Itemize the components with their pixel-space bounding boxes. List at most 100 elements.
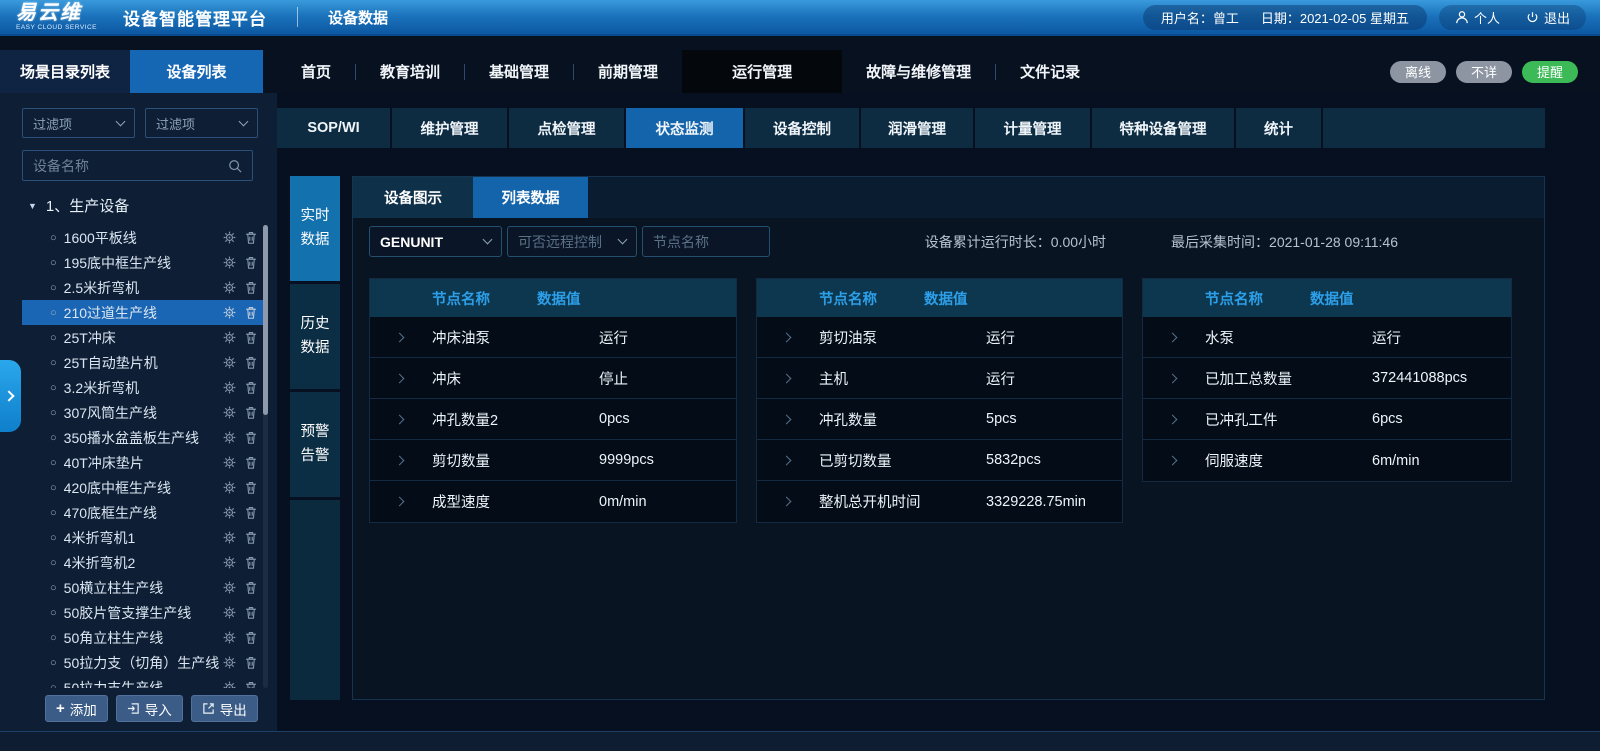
- gear-icon[interactable]: [223, 631, 236, 644]
- trash-icon[interactable]: [245, 506, 257, 519]
- expand-chevron-icon[interactable]: [757, 457, 819, 464]
- list-item[interactable]: ○420底中框生产线: [22, 475, 263, 500]
- node-name-input[interactable]: [642, 226, 770, 257]
- import-button[interactable]: 导入: [116, 695, 183, 722]
- device-search-input[interactable]: [33, 158, 228, 174]
- unit-select[interactable]: GENUNIT: [369, 226, 502, 257]
- search-icon[interactable]: [228, 159, 242, 173]
- list-item[interactable]: ○1600平板线: [22, 225, 263, 250]
- list-item[interactable]: ○4米折弯机2: [22, 550, 263, 575]
- list-item[interactable]: ○50胶片管支撑生产线: [22, 600, 263, 625]
- nav-fault-maintenance[interactable]: 故障与维修管理: [842, 50, 995, 93]
- logout-button[interactable]: 退出: [1526, 8, 1570, 27]
- gear-icon[interactable]: [223, 656, 236, 669]
- gear-icon[interactable]: [223, 581, 236, 594]
- expand-chevron-icon[interactable]: [757, 334, 819, 341]
- table-row[interactable]: 冲孔数量20pcs: [370, 399, 736, 440]
- list-item[interactable]: ○40T冲床垫片: [22, 450, 263, 475]
- subnav-device-control[interactable]: 设备控制: [745, 108, 859, 148]
- side-tab-history-data[interactable]: 历史数据: [290, 284, 340, 389]
- nav-home[interactable]: 首页: [277, 50, 355, 93]
- sidebar-collapse-tab[interactable]: [0, 360, 21, 432]
- badge-unknown[interactable]: 不详: [1456, 61, 1512, 83]
- list-item[interactable]: ○25T冲床: [22, 325, 263, 350]
- subnav-maintenance-mgmt[interactable]: 维护管理: [392, 108, 507, 148]
- trash-icon[interactable]: [245, 356, 257, 369]
- expand-chevron-icon[interactable]: [1143, 375, 1205, 382]
- sidebar-scrollbar[interactable]: [263, 225, 268, 688]
- trash-icon[interactable]: [245, 581, 257, 594]
- table-row[interactable]: 整机总开机时间3329228.75min: [757, 481, 1122, 522]
- list-item[interactable]: ○350播水盆盖板生产线: [22, 425, 263, 450]
- gear-icon[interactable]: [223, 456, 236, 469]
- nav-file-records[interactable]: 文件记录: [996, 50, 1104, 93]
- list-item[interactable]: ○4米折弯机1: [22, 525, 263, 550]
- gear-icon[interactable]: [223, 556, 236, 569]
- trash-icon[interactable]: [245, 531, 257, 544]
- trash-icon[interactable]: [245, 481, 257, 494]
- gear-icon[interactable]: [223, 681, 236, 688]
- table-row[interactable]: 主机运行: [757, 358, 1122, 399]
- list-item[interactable]: ○50横立柱生产线: [22, 575, 263, 600]
- badge-offline[interactable]: 离线: [1390, 61, 1446, 83]
- expand-chevron-icon[interactable]: [757, 416, 819, 423]
- trash-icon[interactable]: [245, 331, 257, 344]
- list-item[interactable]: ○470底框生产线: [22, 500, 263, 525]
- subnav-spot-check-mgmt[interactable]: 点检管理: [509, 108, 624, 148]
- tree-root-production-equipment[interactable]: ▼ 1、生产设备: [28, 195, 129, 216]
- trash-icon[interactable]: [245, 281, 257, 294]
- expand-chevron-icon[interactable]: [1143, 416, 1205, 423]
- trash-icon[interactable]: [245, 381, 257, 394]
- table-row[interactable]: 已加工总数量372441088pcs: [1143, 358, 1511, 399]
- trash-icon[interactable]: [245, 556, 257, 569]
- table-row[interactable]: 已冲孔工件6pcs: [1143, 399, 1511, 440]
- subnav-lubrication-mgmt[interactable]: 润滑管理: [861, 108, 973, 148]
- table-row[interactable]: 水泵运行: [1143, 317, 1511, 358]
- expand-chevron-icon[interactable]: [370, 416, 432, 423]
- filter-select-1[interactable]: 过滤项: [22, 108, 135, 138]
- trash-icon[interactable]: [245, 656, 257, 669]
- subnav-statistics[interactable]: 统计: [1236, 108, 1321, 148]
- profile-button[interactable]: 个人: [1455, 8, 1500, 27]
- gear-icon[interactable]: [223, 231, 236, 244]
- nav-education[interactable]: 教育培训: [356, 50, 464, 93]
- list-item[interactable]: ○3.2米折弯机: [22, 375, 263, 400]
- nav-preliminary-mgmt[interactable]: 前期管理: [574, 50, 682, 93]
- gear-icon[interactable]: [223, 606, 236, 619]
- subnav-metering-mgmt[interactable]: 计量管理: [975, 108, 1090, 148]
- table-row[interactable]: 冲床油泵运行: [370, 317, 736, 358]
- gear-icon[interactable]: [223, 331, 236, 344]
- gear-icon[interactable]: [223, 306, 236, 319]
- trash-icon[interactable]: [245, 681, 257, 688]
- expand-chevron-icon[interactable]: [757, 375, 819, 382]
- remote-control-select[interactable]: 可否远程控制: [507, 226, 637, 257]
- trash-icon[interactable]: [245, 306, 257, 319]
- trash-icon[interactable]: [245, 256, 257, 269]
- badge-reminder[interactable]: 提醒: [1522, 61, 1578, 83]
- expand-chevron-icon[interactable]: [370, 375, 432, 382]
- table-row[interactable]: 伺服速度6m/min: [1143, 440, 1511, 481]
- list-item[interactable]: ○50拉力支（切角）生产线: [22, 650, 263, 675]
- list-item[interactable]: ○50角立柱生产线: [22, 625, 263, 650]
- expand-chevron-icon[interactable]: [370, 498, 432, 505]
- nav-basic-mgmt[interactable]: 基础管理: [465, 50, 573, 93]
- expand-chevron-icon[interactable]: [1143, 334, 1205, 341]
- gear-icon[interactable]: [223, 381, 236, 394]
- gear-icon[interactable]: [223, 531, 236, 544]
- scrollbar-thumb[interactable]: [263, 225, 268, 415]
- table-row[interactable]: 剪切油泵运行: [757, 317, 1122, 358]
- subnav-sop-wi[interactable]: SOP/WI: [277, 108, 390, 148]
- list-item[interactable]: ○307风筒生产线: [22, 400, 263, 425]
- gear-icon[interactable]: [223, 356, 236, 369]
- expand-chevron-icon[interactable]: [1143, 457, 1205, 464]
- list-item-selected[interactable]: ○210过道生产线: [22, 300, 263, 325]
- trash-icon[interactable]: [245, 606, 257, 619]
- table-row[interactable]: 已剪切数量5832pcs: [757, 440, 1122, 481]
- trash-icon[interactable]: [245, 231, 257, 244]
- gear-icon[interactable]: [223, 256, 236, 269]
- side-tab-warning-alarm[interactable]: 预警告警: [290, 392, 340, 497]
- gear-icon[interactable]: [223, 431, 236, 444]
- tab-scene-directory[interactable]: 场景目录列表: [0, 50, 130, 93]
- tab-device-list[interactable]: 设备列表: [130, 50, 263, 93]
- table-row[interactable]: 冲床停止: [370, 358, 736, 399]
